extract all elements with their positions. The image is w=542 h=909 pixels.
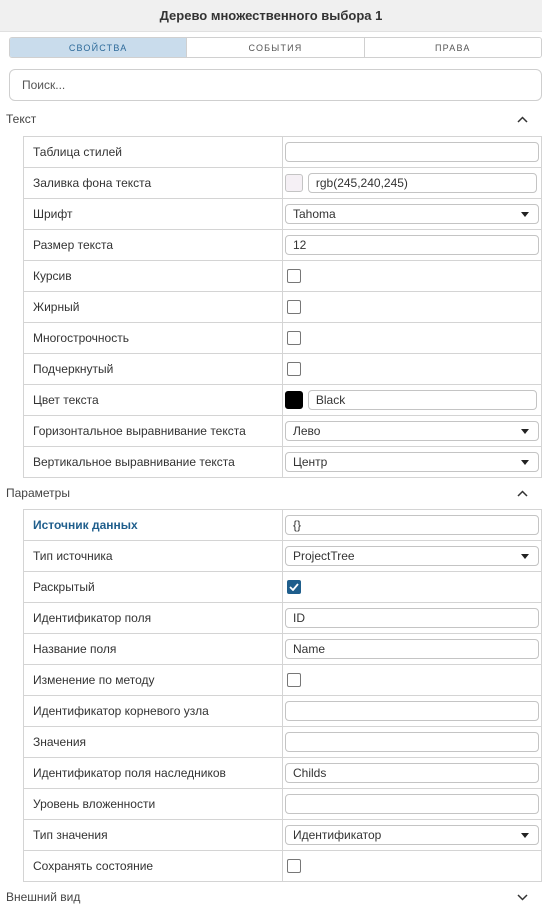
section-header-params[interactable]: Параметры: [0, 482, 542, 504]
prop-label: Идентификатор поля: [23, 602, 283, 634]
prop-row-text-bg: Заливка фона текста rgb(245,240,245): [23, 167, 542, 199]
prop-label: Источник данных: [23, 509, 283, 541]
prop-label: Шрифт: [23, 198, 283, 230]
root-id-input[interactable]: [285, 701, 539, 721]
prop-row-save-state: Сохранять состояние: [23, 850, 542, 882]
prop-label: Размер текста: [23, 229, 283, 261]
font-select-value: Tahoma: [293, 207, 336, 221]
chevron-up-icon[interactable]: [516, 487, 528, 499]
text-properties-table: Таблица стилей Заливка фона текста rgb(2…: [23, 136, 542, 478]
prop-row-child-field-id: Идентификатор поля наследников Childs: [23, 757, 542, 789]
change-by-method-checkbox[interactable]: [287, 673, 301, 687]
text-color-input[interactable]: Black: [307, 390, 537, 410]
prop-label: Раскрытый: [23, 571, 283, 603]
chevron-down-icon[interactable]: [516, 891, 528, 903]
prop-label: Значения: [23, 726, 283, 758]
prop-row-font-size: Размер текста 12: [23, 229, 542, 261]
prop-label: Тип источника: [23, 540, 283, 572]
prop-row-value-type: Тип значения Идентификатор: [23, 819, 542, 851]
style-table-input[interactable]: [285, 142, 539, 162]
prop-label: Подчеркнутый: [23, 353, 283, 385]
field-id-input[interactable]: ID: [285, 608, 539, 628]
tab-events[interactable]: СОБЫТИЯ: [187, 38, 365, 57]
text-bg-color-swatch[interactable]: [285, 174, 303, 192]
tab-properties[interactable]: СВОЙСТВА: [10, 38, 188, 57]
prop-row-multiline: Многострочность: [23, 322, 542, 354]
value-type-select-value: Идентификатор: [293, 828, 382, 842]
prop-label: Название поля: [23, 633, 283, 665]
prop-label: Тип значения: [23, 819, 283, 851]
v-align-select[interactable]: Центр: [285, 452, 539, 472]
value-type-select[interactable]: Идентификатор: [285, 825, 539, 845]
prop-row-italic: Курсив: [23, 260, 542, 292]
prop-label: Горизонтальное выравнивание текста: [23, 415, 283, 447]
text-color-swatch[interactable]: [285, 391, 303, 409]
prop-label: Курсив: [23, 260, 283, 292]
expanded-checkbox[interactable]: [287, 580, 301, 594]
caret-down-icon: [521, 428, 529, 434]
multiline-checkbox[interactable]: [287, 331, 301, 345]
checkmark-icon: [289, 583, 299, 591]
save-state-checkbox[interactable]: [287, 859, 301, 873]
nesting-level-input[interactable]: [285, 794, 539, 814]
tab-bar: СВОЙСТВА СОБЫТИЯ ПРАВА: [9, 37, 542, 58]
source-type-select[interactable]: ProjectTree: [285, 546, 539, 566]
prop-row-field-id: Идентификатор поля ID: [23, 602, 542, 634]
prop-row-values: Значения: [23, 726, 542, 758]
section-title-params: Параметры: [6, 486, 70, 500]
prop-label: Заливка фона текста: [23, 167, 283, 199]
prop-row-root-id: Идентификатор корневого узла: [23, 695, 542, 727]
prop-label: Изменение по методу: [23, 664, 283, 696]
prop-label: Цвет текста: [23, 384, 283, 416]
font-size-input[interactable]: 12: [285, 235, 539, 255]
italic-checkbox[interactable]: [287, 269, 301, 283]
h-align-select-value: Лево: [293, 424, 321, 438]
section-title-text: Текст: [6, 112, 37, 126]
prop-row-expanded: Раскрытый: [23, 571, 542, 603]
prop-row-style-table: Таблица стилей: [23, 136, 542, 168]
prop-label: Многострочность: [23, 322, 283, 354]
tab-rights[interactable]: ПРАВА: [364, 38, 541, 57]
caret-down-icon: [521, 832, 529, 838]
prop-label: Идентификатор корневого узла: [23, 695, 283, 727]
font-select[interactable]: Tahoma: [285, 204, 539, 224]
data-source-input[interactable]: {}: [285, 515, 539, 535]
prop-label: Идентификатор поля наследников: [23, 757, 283, 789]
prop-row-data-source: Источник данных {}: [23, 509, 542, 541]
chevron-up-icon[interactable]: [516, 113, 528, 125]
prop-label: Уровень вложенности: [23, 788, 283, 820]
section-title-appearance: Внешний вид: [6, 890, 81, 904]
prop-label: Таблица стилей: [23, 136, 283, 168]
bold-checkbox[interactable]: [287, 300, 301, 314]
prop-label: Сохранять состояние: [23, 850, 283, 882]
prop-row-underline: Подчеркнутый: [23, 353, 542, 385]
prop-row-nesting-level: Уровень вложенности: [23, 788, 542, 820]
prop-row-field-name: Название поля Name: [23, 633, 542, 665]
prop-row-source-type: Тип источника ProjectTree: [23, 540, 542, 572]
underline-checkbox[interactable]: [287, 362, 301, 376]
v-align-select-value: Центр: [293, 455, 328, 469]
section-header-appearance[interactable]: Внешний вид: [0, 886, 542, 908]
prop-row-bold: Жирный: [23, 291, 542, 323]
prop-label: Жирный: [23, 291, 283, 323]
caret-down-icon: [521, 553, 529, 559]
values-input[interactable]: [285, 732, 539, 752]
h-align-select[interactable]: Лево: [285, 421, 539, 441]
child-field-id-input[interactable]: Childs: [285, 763, 539, 783]
source-type-select-value: ProjectTree: [293, 549, 355, 563]
prop-row-h-align: Горизонтальное выравнивание текста Лево: [23, 415, 542, 447]
params-properties-table: Источник данных {} Тип источника Project…: [23, 509, 542, 882]
prop-row-v-align: Вертикальное выравнивание текста Центр: [23, 446, 542, 478]
prop-row-text-color: Цвет текста Black: [23, 384, 542, 416]
prop-row-change-by-method: Изменение по методу: [23, 664, 542, 696]
field-name-input[interactable]: Name: [285, 639, 539, 659]
section-header-text[interactable]: Текст: [0, 108, 542, 130]
prop-label: Вертикальное выравнивание текста: [23, 446, 283, 478]
prop-row-font: Шрифт Tahoma: [23, 198, 542, 230]
text-bg-color-input[interactable]: rgb(245,240,245): [307, 173, 537, 193]
caret-down-icon: [521, 211, 529, 217]
panel-title: Дерево множественного выбора 1: [0, 0, 542, 32]
search-input[interactable]: [9, 69, 542, 101]
caret-down-icon: [521, 459, 529, 465]
